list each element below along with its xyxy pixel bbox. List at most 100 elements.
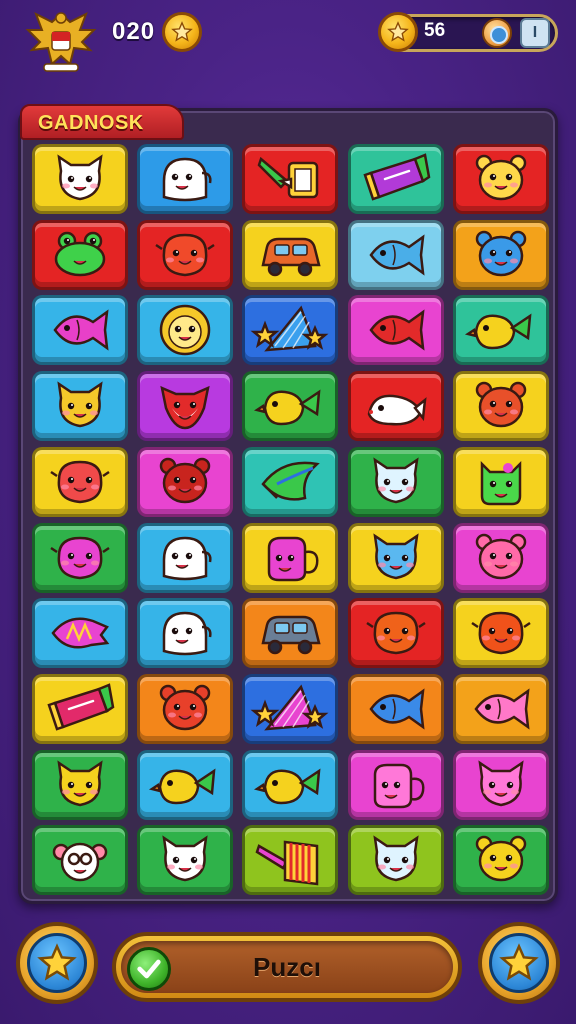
- board-tile[interactable]: [453, 598, 549, 668]
- board-tile[interactable]: [453, 825, 549, 895]
- cat-face-icon: [57, 381, 103, 428]
- star-right-button[interactable]: [478, 922, 560, 1004]
- garuda-emblem-icon: [25, 11, 97, 72]
- board-title: GADNOSK: [20, 104, 184, 140]
- board-tile[interactable]: [32, 371, 128, 441]
- blob-face-icon: [155, 233, 215, 277]
- car-icon: [261, 237, 321, 277]
- puzzle-button-label: Puzcı: [253, 951, 321, 982]
- bird-icon: [253, 389, 321, 426]
- star-icon: [499, 943, 539, 981]
- cat-face-icon: [373, 533, 419, 580]
- board-tile[interactable]: [242, 447, 338, 517]
- puzzle-button[interactable]: Puzcı: [112, 932, 462, 1002]
- board-tile[interactable]: [453, 220, 549, 290]
- board-tile[interactable]: [453, 371, 549, 441]
- board-tile[interactable]: [348, 598, 444, 668]
- board-tile[interactable]: [348, 295, 444, 365]
- board-tile[interactable]: [348, 220, 444, 290]
- board-tile[interactable]: [32, 220, 128, 290]
- bear-face-icon: [475, 533, 527, 580]
- lion-face-icon: [159, 304, 211, 356]
- board-tile[interactable]: [348, 144, 444, 214]
- menu-button[interactable]: I: [520, 18, 550, 48]
- teapot-icon: [373, 763, 425, 809]
- star-icon: [37, 943, 77, 981]
- duck-icon: [464, 313, 532, 350]
- add-currency-button[interactable]: [482, 18, 512, 48]
- board-tile[interactable]: [242, 523, 338, 593]
- candy-bar-icon: [363, 153, 431, 201]
- fish-icon: [53, 309, 109, 351]
- board-tile[interactable]: [348, 750, 444, 820]
- fox-face-icon: [160, 385, 210, 430]
- board-tile[interactable]: [137, 523, 233, 593]
- board-tile[interactable]: [348, 674, 444, 744]
- star-fan-icon: [250, 305, 329, 352]
- board-tile[interactable]: [32, 447, 128, 517]
- bear-face-icon: [159, 457, 211, 504]
- board-tile[interactable]: [32, 674, 128, 744]
- board-tile[interactable]: [242, 674, 338, 744]
- board-tile[interactable]: [242, 144, 338, 214]
- board-tile[interactable]: [32, 750, 128, 820]
- star-coin-icon[interactable]: [162, 12, 202, 52]
- fish-icon: [369, 309, 425, 351]
- board-tile[interactable]: [137, 825, 233, 895]
- board-tile[interactable]: [453, 144, 549, 214]
- board-tile[interactable]: [348, 371, 444, 441]
- board-tile[interactable]: [137, 447, 233, 517]
- teapot-icon: [267, 536, 319, 582]
- frog-face-icon: [54, 231, 106, 277]
- cat-face-icon: [373, 835, 419, 882]
- cat-face-icon: [162, 835, 208, 882]
- board-tile[interactable]: [137, 371, 233, 441]
- board-tile[interactable]: [32, 598, 128, 668]
- board-tile[interactable]: [242, 750, 338, 820]
- fish-icon: [474, 688, 530, 730]
- board-tile[interactable]: [242, 295, 338, 365]
- fish-icon: [369, 234, 425, 276]
- board-tile[interactable]: [32, 144, 128, 214]
- candy-bar-icon: [47, 683, 115, 731]
- board-tile[interactable]: [137, 220, 233, 290]
- board-tile[interactable]: [137, 598, 233, 668]
- cat-face-icon: [373, 457, 419, 504]
- board-tile[interactable]: [32, 295, 128, 365]
- bear-face-icon: [475, 154, 527, 201]
- board-tile[interactable]: [32, 825, 128, 895]
- cat-face-icon: [57, 760, 103, 807]
- board-tile[interactable]: [242, 598, 338, 668]
- currency-value: 56: [424, 20, 446, 41]
- star-left-button[interactable]: [16, 922, 98, 1004]
- board-tile[interactable]: [137, 750, 233, 820]
- blob-face-icon: [50, 536, 110, 580]
- blob-face-icon: [471, 611, 531, 655]
- ghost-face-icon: [162, 157, 212, 202]
- board-tile[interactable]: [348, 523, 444, 593]
- top-hud: 020 56 I: [0, 0, 576, 100]
- car-icon: [261, 615, 321, 655]
- board-tile[interactable]: [453, 750, 549, 820]
- bear-face-icon: [159, 684, 211, 731]
- fish-icon: [369, 688, 425, 730]
- board-tile[interactable]: [242, 825, 338, 895]
- board-tile[interactable]: [32, 523, 128, 593]
- candy-icon: [51, 617, 110, 649]
- board-tile[interactable]: [242, 371, 338, 441]
- board-tile[interactable]: [348, 447, 444, 517]
- bear-face-icon: [475, 835, 527, 882]
- board-tile[interactable]: [137, 295, 233, 365]
- bear-face-icon: [475, 230, 527, 277]
- board-tile[interactable]: [453, 295, 549, 365]
- board-tile[interactable]: [348, 825, 444, 895]
- duck-icon: [148, 768, 216, 805]
- board-tile[interactable]: [453, 447, 549, 517]
- board-tile[interactable]: [137, 674, 233, 744]
- ghost-face-icon: [162, 536, 212, 581]
- board-tile[interactable]: [137, 144, 233, 214]
- board-tile[interactable]: [242, 220, 338, 290]
- cat-face-icon: [57, 154, 103, 201]
- board-tile[interactable]: [453, 523, 549, 593]
- board-tile[interactable]: [453, 674, 549, 744]
